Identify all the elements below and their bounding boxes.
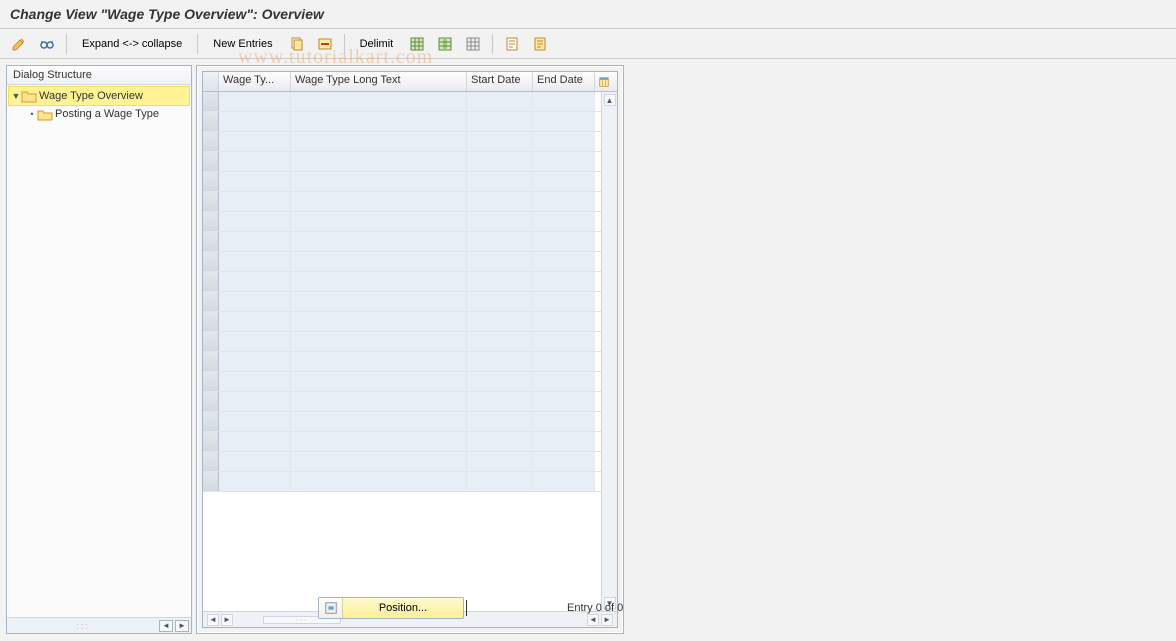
dialog-structure-tree: ▼ Wage Type Overview • Posting a Wage Ty… (7, 85, 191, 617)
grid-rows (203, 92, 601, 611)
table-row[interactable] (203, 332, 601, 352)
table-row[interactable] (203, 132, 601, 152)
table-row[interactable] (203, 272, 601, 292)
content-area: Dialog Structure ▼ Wage Type Overview • … (0, 59, 1176, 640)
table-grid-icon (409, 36, 425, 52)
caret-down-icon: ▼ (11, 91, 21, 101)
table-row[interactable] (203, 112, 601, 132)
tree-node-label: Posting a Wage Type (55, 108, 159, 120)
page-title: Change View "Wage Type Overview": Overvi… (0, 0, 1176, 29)
grid-vertical-scrollbar[interactable]: ▲ ▼ (601, 92, 617, 611)
form-print-icon (532, 36, 548, 52)
table-row[interactable] (203, 452, 601, 472)
grid-header-row: Wage Ty... Wage Type Long Text Start Dat… (203, 72, 617, 92)
table-row[interactable] (203, 152, 601, 172)
table-settings-icon (599, 75, 609, 89)
table-row[interactable] (203, 392, 601, 412)
deselect-all-button[interactable] (460, 33, 486, 55)
copy-icon (289, 36, 305, 52)
dialog-structure-panel: Dialog Structure ▼ Wage Type Overview • … (6, 65, 192, 634)
entry-count-text: Entry 0 of 0 (567, 602, 623, 614)
tree-node-label: Wage Type Overview (39, 90, 143, 102)
table-block-icon (437, 36, 453, 52)
table-row[interactable] (203, 172, 601, 192)
pencil-icon (11, 36, 27, 52)
table-row[interactable] (203, 192, 601, 212)
other-view-button[interactable] (34, 33, 60, 55)
column-header-wage-type[interactable]: Wage Ty... (219, 72, 291, 91)
dialog-structure-header: Dialog Structure (7, 66, 191, 85)
grid-body: ▲ ▼ (203, 92, 617, 611)
table-row[interactable] (203, 252, 601, 272)
expand-collapse-button[interactable]: Expand <-> collapse (73, 33, 191, 55)
table-row[interactable] (203, 292, 601, 312)
configure-button[interactable] (499, 33, 525, 55)
bullet-icon: • (27, 109, 37, 119)
print-button[interactable] (527, 33, 553, 55)
scroll-up-button[interactable]: ▲ (604, 94, 616, 106)
text-cursor (466, 600, 467, 616)
position-button[interactable]: Position... (318, 597, 464, 619)
column-header-end-date[interactable]: End Date (533, 72, 595, 91)
column-header-long-text[interactable]: Wage Type Long Text (291, 72, 467, 91)
grid-header-selector[interactable] (203, 72, 219, 91)
column-header-start-date[interactable]: Start Date (467, 72, 533, 91)
delimit-button[interactable]: Delimit (351, 33, 403, 55)
select-block-button[interactable] (432, 33, 458, 55)
glasses-icon (39, 36, 55, 52)
closed-folder-icon (37, 107, 53, 121)
tree-node-posting-wage-type[interactable]: • Posting a Wage Type (9, 105, 189, 123)
toggle-change-button[interactable] (6, 33, 32, 55)
data-grid: Wage Ty... Wage Type Long Text Start Dat… (202, 71, 618, 628)
table-row[interactable] (203, 432, 601, 452)
delete-button[interactable] (312, 33, 338, 55)
table-row[interactable] (203, 412, 601, 432)
open-folder-icon (21, 89, 37, 103)
table-row[interactable] (203, 472, 601, 492)
delete-row-icon (317, 36, 333, 52)
position-icon (324, 601, 338, 615)
table-row[interactable] (203, 312, 601, 332)
grid-panel: Wage Ty... Wage Type Long Text Start Dat… (196, 65, 624, 634)
tree-node-wage-type-overview[interactable]: ▼ Wage Type Overview (9, 87, 189, 105)
table-row[interactable] (203, 92, 601, 112)
table-row[interactable] (203, 372, 601, 392)
table-clear-icon (465, 36, 481, 52)
column-config-button[interactable] (595, 72, 613, 91)
copy-as-button[interactable] (284, 33, 310, 55)
application-toolbar: Expand <-> collapse New Entries Delimit (0, 29, 1176, 59)
table-row[interactable] (203, 212, 601, 232)
bottom-bar: Position... Entry 0 of 0 (0, 593, 1176, 623)
new-entries-button[interactable]: New Entries (204, 33, 281, 55)
position-label: Position... (343, 602, 463, 614)
form-icon (504, 36, 520, 52)
select-all-button[interactable] (404, 33, 430, 55)
table-row[interactable] (203, 232, 601, 252)
table-row[interactable] (203, 352, 601, 372)
